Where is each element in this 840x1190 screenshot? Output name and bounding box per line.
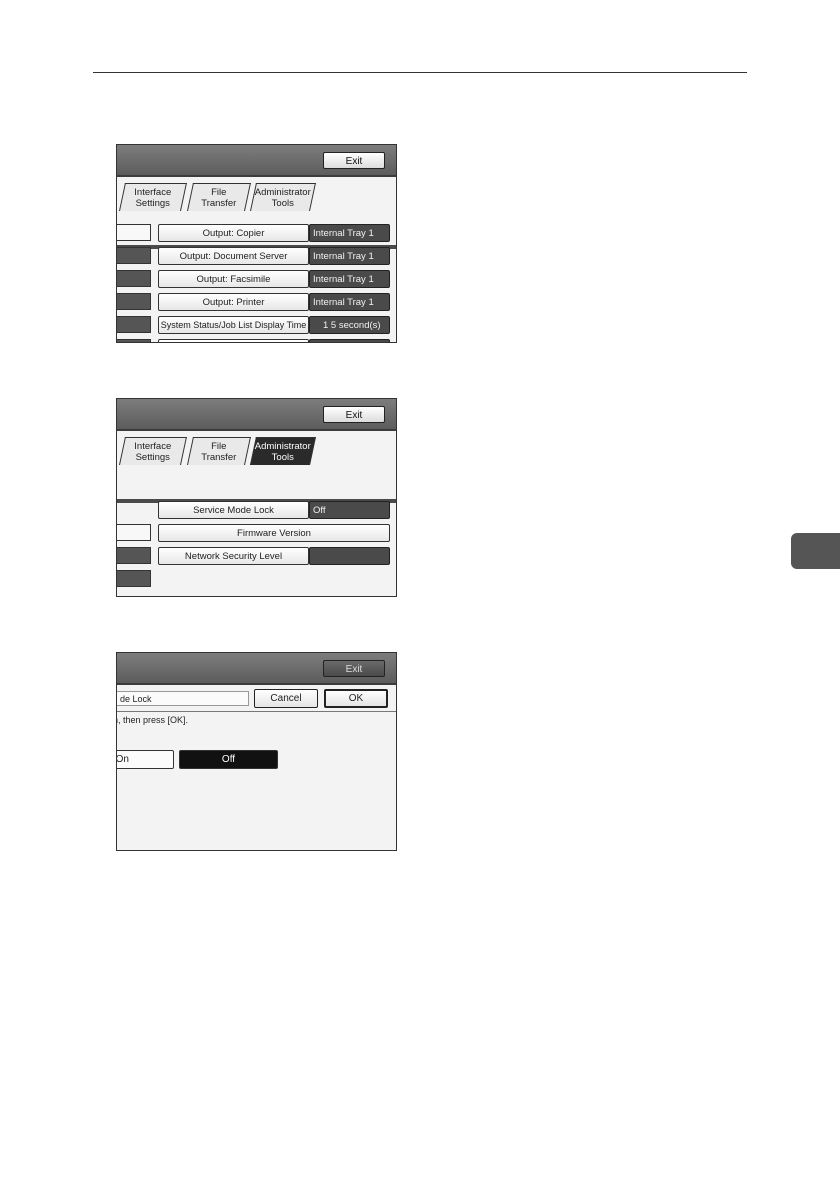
output-printer-value: Internal Tray 1 <box>309 293 390 311</box>
tab-administrator-tools[interactable]: Administrator Tools <box>250 437 316 465</box>
left-column-button[interactable] <box>117 339 151 342</box>
screenshot-administrator-tools: Exit Interface Settings File Transfer Ad… <box>116 398 397 597</box>
screenshot-service-mode-lock-dialog: Exit de Lock Cancel OK n, then press [OK… <box>116 652 397 851</box>
title-bar: Exit <box>117 653 396 685</box>
output-facsimile-button[interactable]: Output: Facsimile <box>158 270 309 288</box>
output-copier-button[interactable]: Output: Copier <box>158 224 309 242</box>
chapter-thumb-tab <box>791 533 840 569</box>
tab-interface-settings[interactable]: Interface Settings <box>119 183 187 211</box>
tab-interface-settings[interactable]: Interface Settings <box>119 437 187 465</box>
exit-button[interactable]: Exit <box>323 152 385 169</box>
tab-administrator-tools[interactable]: Administrator Tools <box>250 183 316 211</box>
left-column-button[interactable] <box>117 270 151 287</box>
ok-button[interactable]: OK <box>324 689 388 708</box>
title-bar: Exit <box>117 399 396 431</box>
exit-button: Exit <box>323 660 385 677</box>
service-mode-lock-value: Off <box>309 501 390 519</box>
setting-name-field: de Lock <box>117 691 249 706</box>
exit-button[interactable]: Exit <box>323 406 385 423</box>
dialog-separator <box>117 711 396 712</box>
left-column-button[interactable] <box>117 547 151 564</box>
service-mode-lock-button[interactable]: Service Mode Lock <box>158 501 309 519</box>
system-status-display-time-button[interactable]: System Status/Job List Display Time <box>158 316 309 334</box>
network-security-level-button[interactable]: Network Security Level <box>158 547 309 565</box>
left-column-button[interactable] <box>117 570 151 587</box>
left-column-button[interactable] <box>117 293 151 310</box>
tab-strip: Interface Settings File Transfer Adminis… <box>117 435 396 503</box>
left-column-button[interactable] <box>117 316 151 333</box>
on-option-button[interactable]: On <box>117 750 174 769</box>
left-column-button[interactable] <box>117 224 151 241</box>
instruction-text: n, then press [OK]. <box>116 715 189 725</box>
tab-strip: Interface Settings File Transfer Adminis… <box>117 181 396 249</box>
off-option-button[interactable]: Off <box>179 750 278 769</box>
output-document-server-value: Internal Tray 1 <box>309 247 390 265</box>
cancel-button[interactable]: Cancel <box>254 689 318 708</box>
next-setting-button[interactable] <box>158 339 309 342</box>
title-bar: Exit <box>117 145 396 177</box>
tab-file-transfer[interactable]: File Transfer <box>187 183 251 211</box>
page-header-rule <box>93 72 747 73</box>
output-copier-value: Internal Tray 1 <box>309 224 390 242</box>
firmware-version-button[interactable]: Firmware Version <box>158 524 390 542</box>
tab-file-transfer[interactable]: File Transfer <box>187 437 251 465</box>
system-status-display-time-value: 1 5 second(s) <box>309 316 390 334</box>
left-column-button[interactable] <box>117 247 151 264</box>
next-setting-value <box>309 339 390 342</box>
output-document-server-button[interactable]: Output: Document Server <box>158 247 309 265</box>
network-security-level-value <box>309 547 390 565</box>
left-column-button[interactable] <box>117 524 151 541</box>
output-printer-button[interactable]: Output: Printer <box>158 293 309 311</box>
screenshot-general-features: Exit Interface Settings File Transfer Ad… <box>116 144 397 343</box>
output-facsimile-value: Internal Tray 1 <box>309 270 390 288</box>
